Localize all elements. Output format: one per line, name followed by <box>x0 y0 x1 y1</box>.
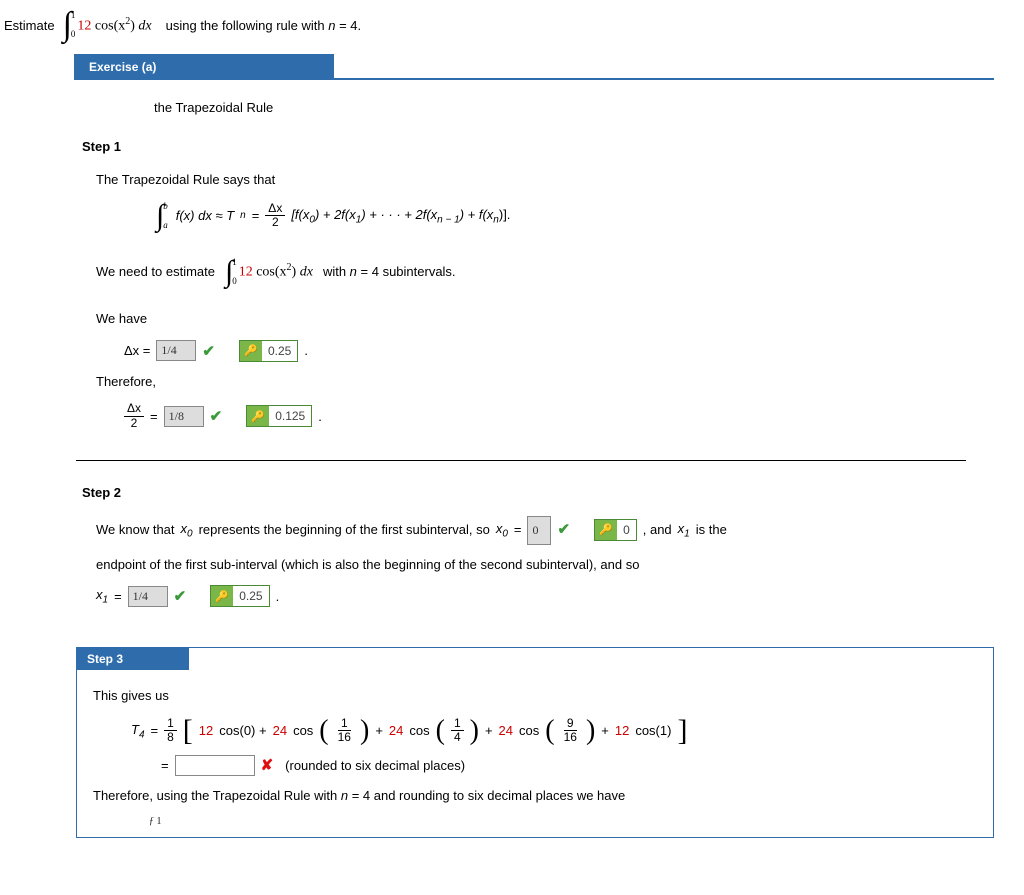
check-icon: ✔ <box>174 587 187 605</box>
dxover2-decimal: 0.125 <box>269 406 311 426</box>
estimate-label: Estimate <box>4 18 55 33</box>
func: cos(x <box>95 18 125 33</box>
x1-input[interactable]: 1/4 <box>128 586 168 607</box>
step2-line1: We know that x0 represents the beginning… <box>96 516 984 545</box>
step1-title: Step 1 <box>82 139 984 154</box>
x1-row: x1 = 1/4 ✔ 🔑 0.25 . <box>96 585 984 607</box>
rounded-note: (rounded to six decimal places) <box>285 758 465 773</box>
prompt-tail: using the following rule with n = 4. <box>166 18 362 33</box>
t4-answer-input[interactable] <box>175 755 255 776</box>
step2-title: Step 2 <box>82 485 984 500</box>
t4-formula: T4 = 1 8 [ 12 cos(0) + 24 cos (116) + 24… <box>131 717 981 744</box>
step3-intro: This gives us <box>93 686 981 707</box>
t4-result-row: = ✘ (rounded to six decimal places) <box>161 755 981 776</box>
x0-decimal-box[interactable]: 🔑 0 <box>594 519 637 541</box>
key-icon: 🔑 <box>211 586 233 606</box>
x-icon: ✘ <box>261 756 274 774</box>
exercise-header: Exercise (a) <box>74 54 994 80</box>
step2-line2: endpoint of the first sub-interval (whic… <box>96 555 984 576</box>
dx-decimal-box[interactable]: 🔑 0.25 <box>239 340 298 362</box>
we-have: We have <box>96 309 984 330</box>
coeff: 12 <box>77 18 91 33</box>
dxover2-row: Δx 2 = 1/8 ✔ 🔑 0.125 . <box>124 402 984 429</box>
dx-input[interactable]: 1/4 <box>156 340 196 361</box>
exercise-rule <box>334 78 994 80</box>
need-estimate-row: We need to estimate ∫ 1 0 12 cos(x2) dx … <box>96 257 984 287</box>
prompt-row: Estimate ∫ 1 0 12 cos(x2) dx using the f… <box>4 8 1024 42</box>
x1-decimal-box[interactable]: 🔑 0.25 <box>210 585 269 607</box>
step3-title: Step 3 <box>77 648 189 670</box>
key-icon: 🔑 <box>247 406 269 426</box>
key-icon: 🔑 <box>240 341 262 361</box>
dxover2-decimal-box[interactable]: 🔑 0.125 <box>246 405 312 427</box>
prompt-integral: ∫ 1 0 12 cos(x2) dx <box>63 8 152 42</box>
step3-conclusion: Therefore, using the Trapezoidal Rule wi… <box>93 786 981 807</box>
dx: dx <box>135 18 152 33</box>
check-icon: ✔ <box>557 516 570 545</box>
therefore: Therefore, <box>96 372 984 393</box>
check-icon: ✔ <box>202 342 215 360</box>
check-icon: ✔ <box>210 407 223 425</box>
trap-rule-formula: ∫ b a f(x) dx ≈ Tn = Δx 2 [f(x0) + 2f(x1… <box>156 201 984 231</box>
dxover2-input[interactable]: 1/8 <box>164 406 204 427</box>
step1-intro: The Trapezoidal Rule says that <box>96 170 984 191</box>
exercise-tab: Exercise (a) <box>74 54 334 80</box>
dx-row: Δx = 1/4 ✔ 🔑 0.25 . <box>124 340 984 362</box>
step3-box: Step 3 This gives us T4 = 1 8 [ 12 cos(0… <box>76 647 994 838</box>
divider <box>76 460 966 461</box>
x0-input[interactable]: 0 <box>527 516 551 545</box>
dx-decimal: 0.25 <box>262 341 297 361</box>
key-icon: 🔑 <box>595 520 617 540</box>
exercise-subtitle: the Trapezoidal Rule <box>154 100 1024 115</box>
